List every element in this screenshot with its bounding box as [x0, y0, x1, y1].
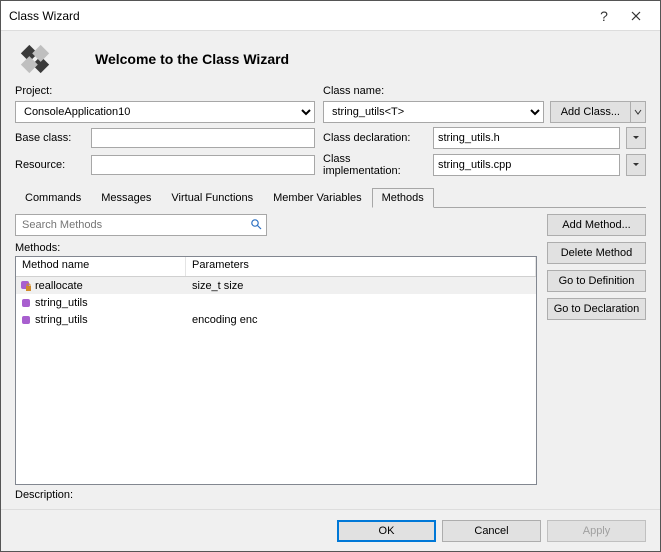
- close-icon: [631, 11, 641, 21]
- baseclass-field: [91, 128, 315, 148]
- method-name: string_utils: [35, 297, 88, 309]
- chevron-down-icon: [632, 161, 640, 169]
- method-icon: [20, 297, 32, 309]
- dialog-footer: OK Cancel Apply: [1, 509, 660, 551]
- goto-declaration-button[interactable]: Go to Declaration: [547, 298, 646, 320]
- side-buttons: Add Method... Delete Method Go to Defini…: [547, 214, 646, 501]
- class-wizard-window: Class Wizard ? Welcome to the Class Wiza…: [0, 0, 661, 552]
- method-name: string_utils: [35, 314, 88, 326]
- add-class-drop[interactable]: [630, 101, 646, 123]
- col-parameters[interactable]: Parameters: [186, 257, 536, 276]
- chevron-down-icon: [634, 108, 642, 116]
- description-label: Description:: [15, 489, 537, 501]
- close-button[interactable]: [620, 2, 652, 30]
- tab-commands[interactable]: Commands: [15, 188, 91, 208]
- window-title: Class Wizard: [9, 9, 588, 23]
- add-method-button[interactable]: Add Method...: [547, 214, 646, 236]
- classname-label: Class name:: [323, 85, 384, 97]
- list-body: reallocatesize_t sizestring_utilsstring_…: [16, 277, 536, 484]
- method-icon: [20, 280, 32, 292]
- classdecl-field[interactable]: [433, 127, 620, 149]
- method-row[interactable]: string_utils: [16, 294, 536, 311]
- method-name: reallocate: [35, 280, 83, 292]
- method-icon: [20, 314, 32, 326]
- delete-method-button[interactable]: Delete Method: [547, 242, 646, 264]
- titlebar: Class Wizard ?: [1, 1, 660, 31]
- methods-list[interactable]: Method name Parameters reallocate size_t …: [15, 256, 537, 485]
- search-input[interactable]: [20, 216, 250, 234]
- classimpl-field[interactable]: [433, 154, 620, 176]
- search-box[interactable]: [15, 214, 267, 236]
- baseclass-label: Base class:: [15, 132, 85, 144]
- search-icon[interactable]: [250, 218, 262, 233]
- tab-strip: CommandsMessagesVirtual FunctionsMember …: [15, 187, 646, 208]
- wizard-title: Welcome to the Class Wizard: [95, 51, 289, 67]
- tab-member-variables[interactable]: Member Variables: [263, 188, 371, 208]
- method-params: encoding enc: [186, 314, 536, 326]
- project-combo[interactable]: ConsoleApplication10: [15, 101, 315, 123]
- method-row[interactable]: reallocate size_t size: [16, 277, 536, 294]
- method-params: size_t size: [186, 280, 536, 292]
- help-button[interactable]: ?: [588, 2, 620, 30]
- wizard-header: Welcome to the Class Wizard: [1, 31, 660, 85]
- classdecl-label: Class declaration:: [323, 132, 427, 144]
- add-class-button[interactable]: Add Class...: [550, 101, 630, 123]
- project-label: Project:: [15, 85, 52, 97]
- classimpl-drop[interactable]: [626, 154, 646, 176]
- goto-definition-button[interactable]: Go to Definition: [547, 270, 646, 292]
- method-row[interactable]: string_utils encoding enc: [16, 311, 536, 328]
- resource-label: Resource:: [15, 159, 85, 171]
- classdecl-drop[interactable]: [626, 127, 646, 149]
- list-header: Method name Parameters: [16, 257, 536, 277]
- methods-tab-panel: Methods: Method name Parameters realloca…: [15, 214, 646, 501]
- col-method-name[interactable]: Method name: [16, 257, 186, 276]
- resource-field: [91, 155, 315, 175]
- tab-methods[interactable]: Methods: [372, 188, 434, 208]
- wizard-icon: [15, 39, 55, 79]
- cancel-button[interactable]: Cancel: [442, 520, 541, 542]
- methods-label: Methods:: [15, 242, 537, 254]
- chevron-down-icon: [632, 134, 640, 142]
- ok-button[interactable]: OK: [337, 520, 436, 542]
- wizard-body: Project: Class name: ConsoleApplication1…: [1, 85, 660, 509]
- classname-combo[interactable]: string_utils<T>: [323, 101, 544, 123]
- tab-virtual-functions[interactable]: Virtual Functions: [161, 188, 263, 208]
- classimpl-label: Class implementation:: [323, 153, 427, 177]
- tab-messages[interactable]: Messages: [91, 188, 161, 208]
- add-class-splitbutton[interactable]: Add Class...: [550, 101, 646, 123]
- apply-button: Apply: [547, 520, 646, 542]
